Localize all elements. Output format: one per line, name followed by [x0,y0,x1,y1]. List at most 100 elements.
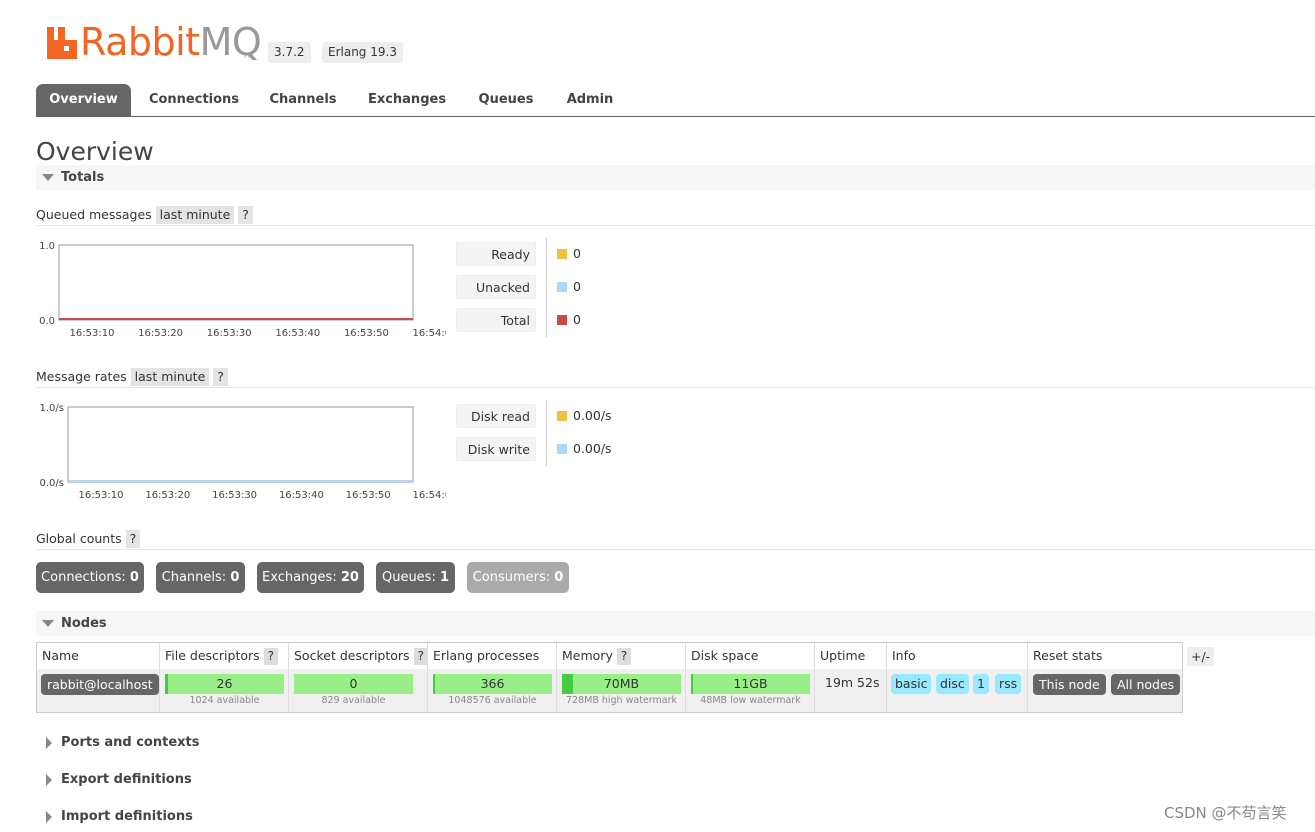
x-tick-label: 16:53:20 [138,328,183,339]
tab-overview[interactable]: Overview [36,84,131,116]
col-header-disk-space: Disk space [685,643,814,669]
import-definitions-section-header[interactable]: Import definitions [36,807,436,827]
legend-label-disk-write: Disk write [456,437,536,461]
col-header-uptime: Uptime [814,643,886,669]
memory-help-button[interactable]: ? [616,648,632,665]
table-row: rabbit@localhost 26 1024 available 0 829… [37,669,1182,712]
version-badge: 3.7.2 [268,42,311,63]
socket-descriptors-value: 0 [349,676,358,691]
info-tag-basic: basic [891,674,932,694]
y-tick-label: 0.0 [39,316,55,327]
rates-help-button[interactable]: ? [213,368,228,386]
uptime-value: 19m 52s [825,675,880,690]
cell-reset-stats: This node All nodes [1027,669,1182,712]
erlang-processes-fill [433,674,436,694]
page-title: Overview [36,137,154,166]
message-rates-label: Message rates [36,369,127,384]
tab-admin[interactable]: Admin [559,84,621,116]
memory-watermark: 728MB high watermark [566,695,677,706]
tab-connections[interactable]: Connections [142,84,246,116]
erlang-version-badge: Erlang 19.3 [322,42,403,63]
tab-exchanges[interactable]: Exchanges [361,84,453,116]
node-name-link[interactable]: rabbit@localhost [41,674,159,695]
totals-title: Totals [61,170,105,185]
info-tag-disc: disc [936,674,969,694]
legend-divider [546,238,547,337]
x-tick-label: 16:54:00 [413,490,446,501]
info-tag-count: 1 [973,674,989,694]
x-tick-label: 16:53:50 [344,328,389,339]
queued-help-button[interactable]: ? [238,206,253,224]
col-header-reset-stats: Reset stats [1027,643,1182,669]
export-definitions-title: Export definitions [61,772,192,787]
legend-label-disk-read: Disk read [456,404,536,428]
message-rates-chart: 1.0/s 0.0/s 16:53:10 16:53:20 16:53:30 16:53:… [40,403,446,501]
cell-file-descriptors: 26 1024 available [159,669,288,712]
exchanges-count-value: 20 [340,570,359,585]
queues-count-label: Queues: [381,570,436,585]
disk-space-fill [691,674,694,694]
x-tick-label: 16:54:00 [413,328,446,339]
x-tick-label: 16:53:40 [279,490,324,501]
cell-disk-space: 11GB 48MB low watermark [685,669,814,712]
x-tick-label: 16:53:20 [145,490,190,501]
tab-queues[interactable]: Queues [471,84,541,116]
columns-toggle-button[interactable]: +/- [1187,647,1215,666]
cell-name: rabbit@localhost [37,669,159,712]
file-descriptors-help-button[interactable]: ? [263,648,279,665]
collapse-triangle-icon [42,620,54,627]
import-definitions-title: Import definitions [61,809,193,824]
brand-name-rabbit: Rabbit [80,20,200,64]
x-tick-label: 16:53:10 [70,328,115,339]
y-tick-label: 1.0 [39,241,55,252]
brand-name: RabbitMQ [80,18,262,66]
connections-count-button[interactable]: Connections: 0 [36,562,144,593]
disk-read-value: 0.00/s [573,408,612,423]
col-header-memory-label: Memory [562,648,613,663]
tab-channels[interactable]: Channels [262,84,344,116]
col-header-file-descriptors-label: File descriptors [165,648,260,663]
info-tag-rss: rss [995,674,1022,694]
file-descriptors-fill [165,674,168,694]
memory-fill [562,674,574,694]
queues-count-button[interactable]: Queues: 1 [376,562,455,593]
legend-label-total: Total [456,308,536,332]
file-descriptors-available: 1024 available [189,695,260,706]
ports-contexts-section-header[interactable]: Ports and contexts [36,733,436,753]
unacked-swatch [557,282,567,292]
nodes-section-header[interactable]: Nodes [36,611,1315,636]
x-tick-label: 16:53:10 [79,490,124,501]
connections-count-label: Connections: [41,570,126,585]
channels-count-button[interactable]: Channels: 0 [156,562,245,593]
queued-messages-label: Queued messages [36,207,152,222]
cell-erlang-processes: 366 1048576 available [427,669,556,712]
legend-value-disk-write: 0.00/s [557,437,612,461]
divider [36,549,1315,550]
exchanges-count-button[interactable]: Exchanges: 20 [257,562,364,593]
y-tick-label: 0.0/s [40,478,64,489]
channels-count-label: Channels: [161,570,227,585]
totals-section-header[interactable]: Totals [36,165,1315,190]
channels-count-value: 0 [230,570,240,585]
legend-value-unacked: 0 [557,275,581,299]
col-header-socket-descriptors-label: Socket descriptors [294,648,410,663]
global-counts-label: Global counts [36,531,122,546]
unacked-value: 0 [573,279,581,294]
divider [36,225,1315,226]
socket-descriptors-help-button[interactable]: ? [413,648,428,665]
reset-this-node-button[interactable]: This node [1033,674,1106,695]
queued-messages-heading: Queued messages last minute? [36,206,253,224]
cell-socket-descriptors: 0 829 available [288,669,427,712]
export-definitions-section-header[interactable]: Export definitions [36,770,436,790]
erlang-processes-bar: 366 [433,674,552,694]
legend-label-unacked: Unacked [456,275,536,299]
reset-all-nodes-button[interactable]: All nodes [1111,674,1181,695]
ready-value: 0 [573,246,581,261]
queued-range-selector[interactable]: last minute [155,206,235,224]
rabbitmq-logo-icon [47,27,77,59]
consumers-count-button[interactable]: Consumers: 0 [467,562,569,593]
rates-range-selector[interactable]: last minute [130,368,210,386]
x-tick-label: 16:53:30 [212,490,257,501]
exchanges-count-label: Exchanges: [262,570,337,585]
global-help-button[interactable]: ? [125,530,141,548]
